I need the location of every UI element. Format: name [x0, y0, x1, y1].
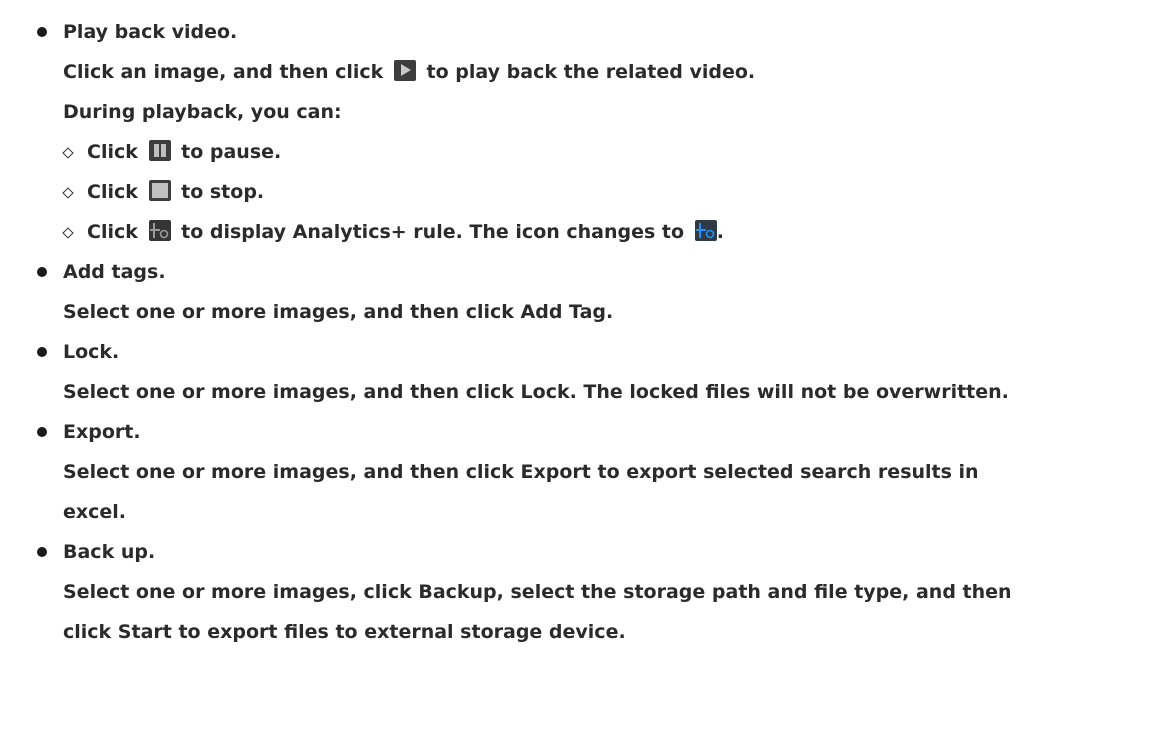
play-instruction-line: Click an image, and then click to play b…	[63, 59, 755, 85]
analytics-suffix: .	[716, 221, 724, 243]
analytics-middle: to display Analytics+ rule. The icon cha…	[181, 221, 685, 243]
sub-bullet	[62, 227, 74, 239]
bullet	[37, 27, 47, 37]
stop-line: Click to stop.	[87, 179, 264, 205]
analytics-rule-active-icon	[694, 220, 717, 241]
bullet	[37, 427, 47, 437]
sub-bullet	[62, 147, 74, 159]
lock-description: Select one or more images, and then clic…	[63, 381, 1009, 403]
stop-suffix: to stop.	[181, 181, 265, 203]
play-icon	[393, 60, 416, 81]
backup-description-line-2: click Start to export files to external …	[63, 621, 626, 643]
pause-prefix: Click	[87, 141, 138, 163]
item-heading-add-tags: Add tags.	[63, 261, 166, 283]
bullet	[37, 347, 47, 357]
stop-icon	[148, 180, 171, 201]
item-heading-lock: Lock.	[63, 341, 120, 363]
playback-intro: During playback, you can:	[63, 101, 342, 123]
analytics-line: Click to display Analytics+ rule. The ic…	[87, 219, 724, 245]
item-heading-play-back: Play back video.	[63, 21, 238, 43]
play-instruction-prefix: Click an image, and then click	[63, 61, 384, 83]
add-tags-description: Select one or more images, and then clic…	[63, 301, 614, 323]
export-description-line-1: Select one or more images, and then clic…	[63, 461, 979, 483]
analytics-prefix: Click	[87, 221, 138, 243]
bullet	[37, 547, 47, 557]
pause-line: Click to pause.	[87, 139, 281, 165]
export-description-line-2: excel.	[63, 501, 127, 523]
bullet	[37, 267, 47, 277]
play-instruction-suffix: to play back the related video.	[426, 61, 756, 83]
sub-bullet	[62, 187, 74, 199]
backup-description-line-1: Select one or more images, click Backup,…	[63, 581, 1012, 603]
item-heading-export: Export.	[63, 421, 141, 443]
analytics-rule-icon	[148, 220, 171, 241]
pause-suffix: to pause.	[181, 141, 282, 163]
stop-prefix: Click	[87, 181, 138, 203]
pause-icon	[148, 140, 171, 161]
item-heading-back-up: Back up.	[63, 541, 156, 563]
